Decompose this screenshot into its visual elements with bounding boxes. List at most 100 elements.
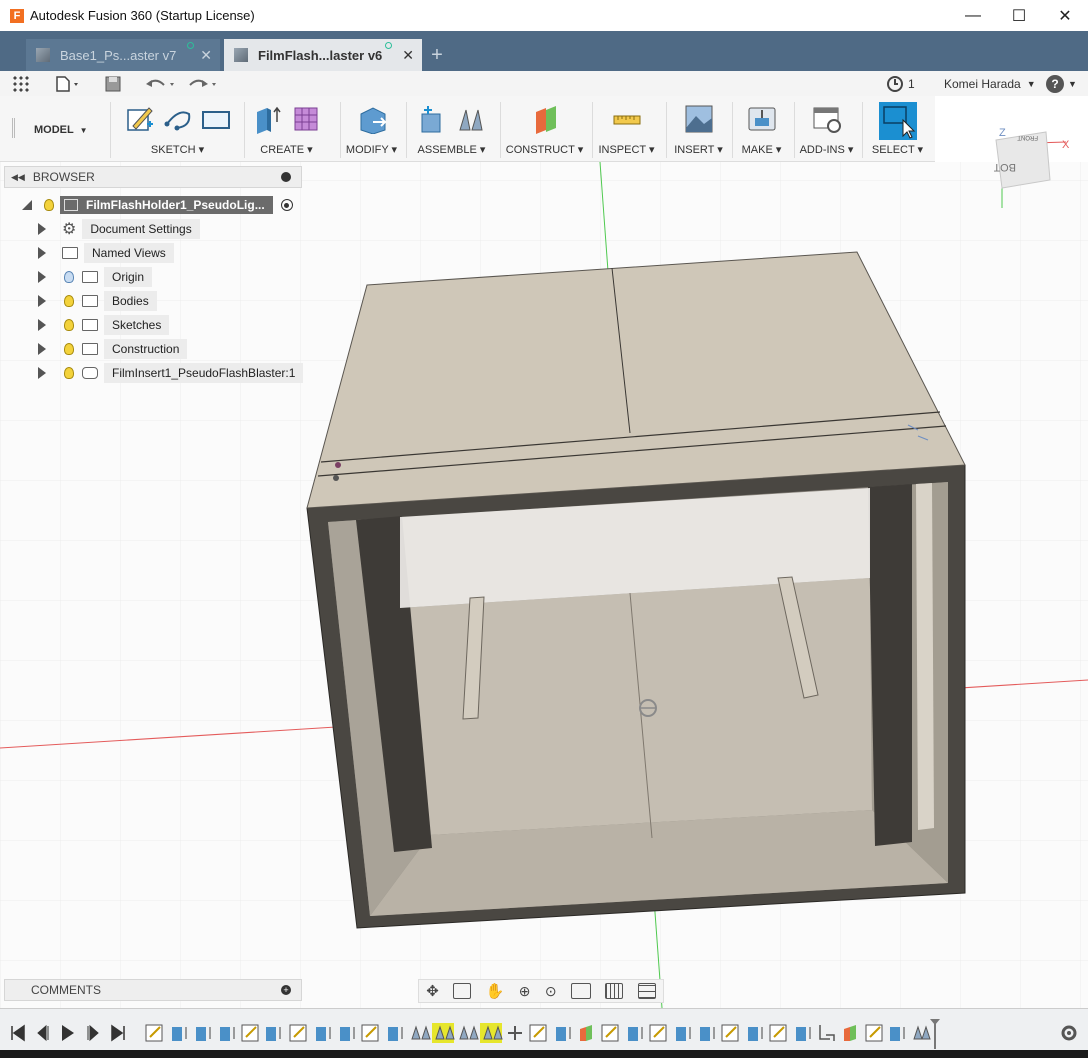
offset-plane-icon[interactable] — [530, 104, 560, 134]
save-button[interactable] — [104, 73, 122, 94]
3d-viewport[interactable] — [0, 162, 1088, 1008]
group-label: INSERT ▾ — [674, 144, 723, 156]
insert-group[interactable]: INSERT ▾ — [666, 102, 730, 158]
visibility-bulb-icon[interactable] — [64, 367, 74, 379]
timeline-features[interactable] — [145, 1023, 931, 1043]
ribbon-grip[interactable] — [12, 118, 15, 138]
scripts-icon[interactable] — [812, 104, 842, 134]
browser-item-film-insert[interactable]: FilmInsert1_PseudoFlashBlaster:1 — [38, 363, 304, 383]
root-component-label: FilmFlashHolder1_PseudoLig... — [86, 198, 265, 212]
activate-component-icon[interactable] — [280, 199, 293, 211]
minimize-panel-icon[interactable] — [281, 172, 291, 182]
redo-icon — [189, 79, 216, 87]
add-ins-group[interactable]: ADD-INS ▾ — [794, 102, 858, 158]
new-tab-button[interactable]: + — [424, 39, 450, 71]
browser-item-bodies[interactable]: Bodies — [38, 291, 157, 311]
browser-item-named-views[interactable]: Named Views — [38, 243, 174, 263]
expand-triangle-icon[interactable] — [38, 343, 46, 355]
visibility-bulb-icon[interactable] — [64, 319, 74, 331]
pan-icon[interactable]: ✋ — [486, 982, 505, 1000]
make-group[interactable]: MAKE ▾ — [732, 102, 790, 158]
model-canvas[interactable] — [0, 162, 1088, 1008]
insert-image-icon[interactable] — [684, 104, 714, 134]
visibility-bulb-icon[interactable] — [64, 271, 74, 283]
line-icon[interactable] — [163, 104, 193, 134]
job-status-button[interactable]: 1 — [886, 73, 915, 94]
browser-item-construction[interactable]: Construction — [38, 339, 188, 359]
fit-icon[interactable]: ⊙ — [545, 983, 557, 1000]
go-to-end-icon[interactable] — [111, 1024, 125, 1042]
clock-icon — [887, 75, 903, 92]
comments-panel-header[interactable]: COMMENTS + — [4, 979, 302, 1001]
minimize-button[interactable]: — — [950, 0, 996, 31]
browser-root-row[interactable]: FilmFlashHolder1_PseudoLig... — [20, 195, 293, 215]
expand-triangle-icon[interactable] — [38, 271, 46, 283]
go-to-start-icon[interactable] — [11, 1024, 25, 1042]
expand-triangle-icon[interactable] — [38, 223, 46, 235]
visibility-bulb-icon[interactable] — [64, 343, 74, 355]
orbit-icon[interactable]: ✥ — [426, 982, 439, 1000]
add-comment-icon[interactable]: + — [281, 985, 291, 995]
visibility-bulb-icon[interactable] — [64, 295, 74, 307]
sketch-group[interactable]: SKETCH ▾ — [110, 102, 244, 158]
expand-triangle-icon[interactable] — [38, 295, 46, 307]
chevron-down-icon: ▼ — [79, 126, 88, 135]
new-component-icon[interactable] — [418, 104, 448, 134]
file-menu-button[interactable] — [54, 73, 82, 94]
play-icon[interactable] — [62, 1025, 74, 1041]
view-cube[interactable]: Z X FRONT BOTTOM — [969, 124, 1070, 210]
browser-item-origin[interactable]: Origin — [38, 267, 153, 287]
expand-triangle-icon[interactable] — [38, 247, 46, 259]
tab-label: FilmFlash...laster v6 — [258, 47, 383, 63]
display-settings-icon[interactable] — [570, 983, 591, 999]
workspace-switcher[interactable]: MODEL ▼ — [34, 124, 88, 136]
tab-filmflash[interactable]: FilmFlash...laster v6 ✕ — [224, 39, 422, 71]
user-name: Komei Harada — [944, 76, 1021, 91]
browser-item-document-settings[interactable]: ⚙ Document Settings — [38, 219, 200, 239]
step-back-icon[interactable] — [37, 1024, 49, 1042]
help-button[interactable]: ? ▼ — [1046, 73, 1077, 94]
tab-base1[interactable]: Base1_Ps...aster v7 ✕ — [26, 39, 220, 71]
data-panel-button[interactable] — [12, 73, 30, 94]
viewports-icon[interactable] — [637, 983, 656, 999]
expand-triangle-icon[interactable] — [38, 367, 46, 379]
timeline-marker[interactable] — [930, 1019, 940, 1049]
3d-print-icon[interactable] — [747, 104, 777, 134]
browser-item-sketches[interactable]: Sketches — [38, 315, 170, 335]
look-at-icon[interactable] — [453, 983, 472, 999]
undo-button[interactable] — [144, 73, 178, 94]
joint-icon[interactable] — [456, 104, 486, 134]
step-forward-icon[interactable] — [87, 1024, 99, 1042]
form-icon[interactable] — [291, 104, 321, 134]
browser-panel-header[interactable]: ◀◀ BROWSER — [4, 166, 302, 188]
extrude-icon[interactable] — [253, 104, 283, 134]
timeline-settings-icon[interactable] — [1061, 1025, 1077, 1041]
select-tool-icon[interactable] — [878, 102, 917, 140]
create-group[interactable]: CREATE ▾ — [244, 102, 328, 158]
press-pull-icon[interactable] — [357, 104, 387, 134]
redo-button[interactable] — [186, 73, 220, 94]
group-label: ADD-INS ▾ — [799, 144, 854, 156]
create-sketch-icon[interactable] — [125, 104, 155, 134]
measure-icon[interactable] — [612, 104, 642, 134]
inspect-group[interactable]: INSPECT ▾ — [592, 102, 660, 158]
close-tab-button[interactable]: ✕ — [402, 47, 414, 64]
close-tab-button[interactable]: ✕ — [200, 47, 212, 64]
help-icon: ? — [1046, 74, 1064, 93]
expand-triangle-icon[interactable] — [38, 319, 46, 331]
construct-group[interactable]: CONSTRUCT ▾ — [500, 102, 588, 158]
maximize-button[interactable]: ☐ — [996, 0, 1042, 31]
zoom-icon[interactable]: ⊕ — [519, 983, 531, 1000]
rectangle-icon[interactable] — [201, 104, 231, 134]
assemble-group[interactable]: ASSEMBLE ▾ — [406, 102, 496, 158]
grid-settings-icon[interactable] — [605, 983, 624, 999]
collapse-triangle-icon[interactable] — [20, 198, 34, 212]
select-group[interactable]: SELECT ▾ — [862, 102, 932, 158]
modify-group[interactable]: MODIFY ▾ — [340, 102, 402, 158]
visibility-bulb-icon[interactable] — [44, 199, 54, 211]
close-window-button[interactable]: ✕ — [1042, 0, 1088, 31]
user-account-menu[interactable]: Komei Harada ▼ — [944, 73, 1036, 94]
window-title: Autodesk Fusion 360 (Startup License) — [30, 8, 255, 23]
view-cube-face-label: BOTTOM — [994, 161, 1016, 173]
collapse-browser-icon[interactable]: ◀◀ — [11, 172, 25, 183]
